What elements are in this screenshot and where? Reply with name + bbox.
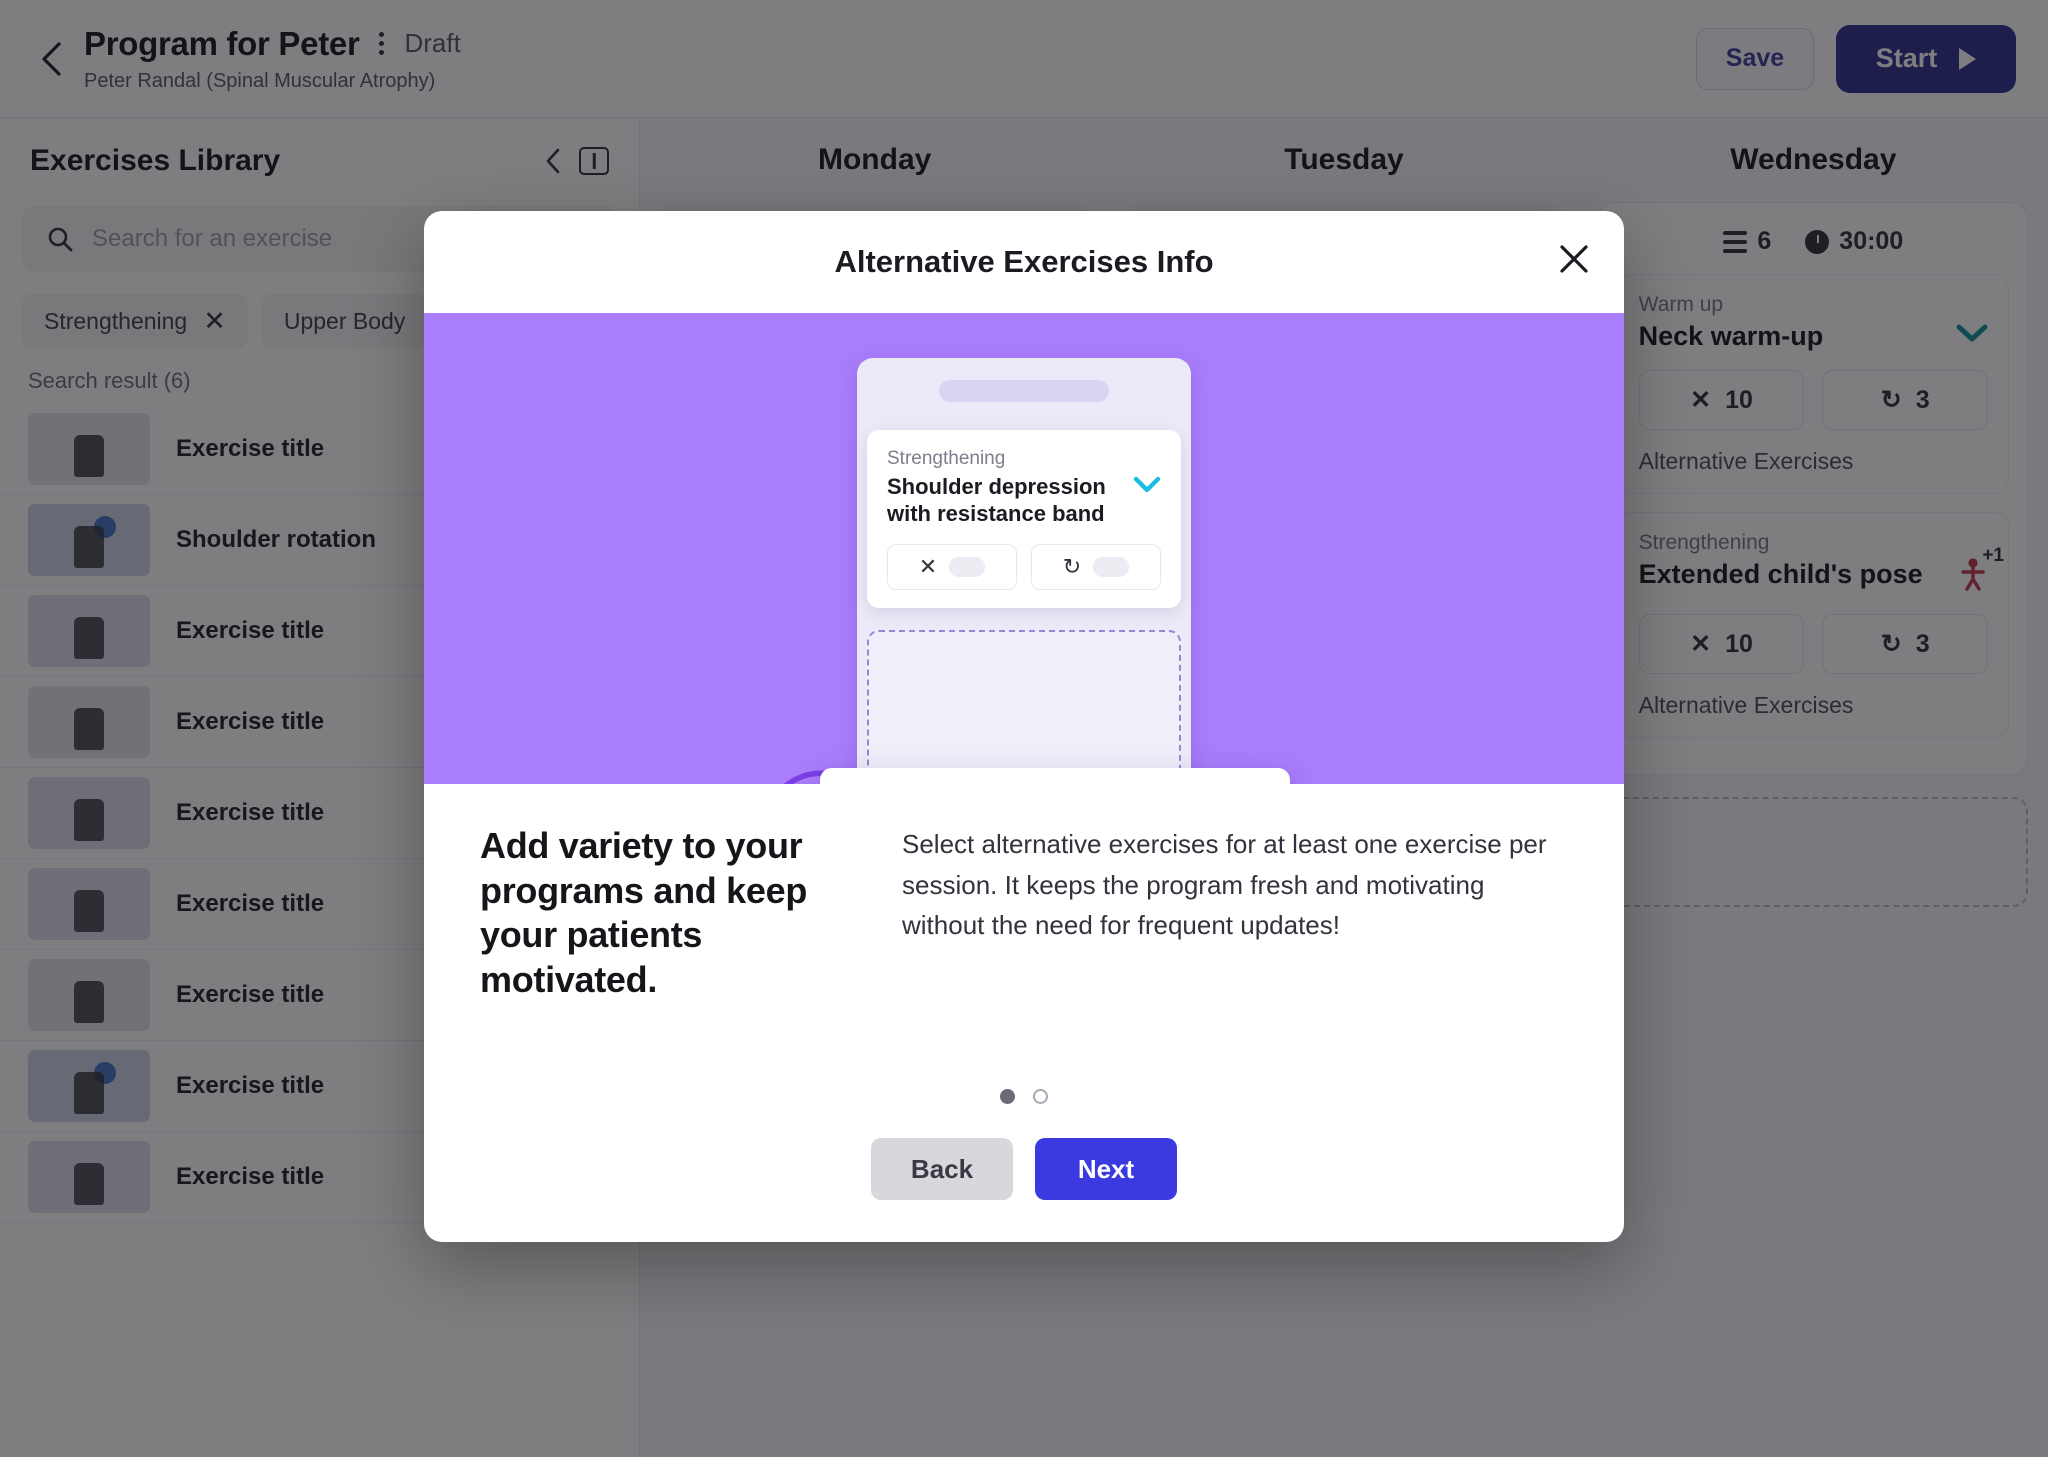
app-root: Program for Peter Draft Peter Randal (Sp…: [0, 0, 2048, 1457]
multiply-icon: ✕: [918, 553, 938, 579]
illustration-sets-button: ↻: [1031, 543, 1161, 590]
illustration-exercise-title: Shoulder depression with resistance band: [887, 474, 1106, 526]
illustration-category: Strengthening: [887, 448, 1006, 469]
close-button[interactable]: [1552, 237, 1596, 281]
illustration-drop-zone: [867, 630, 1181, 780]
chevron-down-icon: [1133, 476, 1161, 499]
carousel-dot[interactable]: [1033, 1089, 1048, 1104]
illustration-alternative-card: Strengthening Shoulder rotation with wei…: [820, 768, 1290, 784]
modal-description: Select alternative exercises for at leas…: [902, 829, 1547, 941]
alternative-exercises-info-modal: Alternative Exercises Info Strengthening…: [424, 211, 1624, 1242]
placeholder-bar: [949, 556, 986, 577]
placeholder-bar: [1093, 556, 1130, 577]
illustration-exercise-card: Strengthening Shoulder depression with r…: [867, 430, 1181, 608]
carousel-dot-active[interactable]: [1000, 1089, 1015, 1104]
carousel-dots: [424, 1089, 1624, 1104]
repeat-icon: ↻: [1062, 553, 1082, 579]
next-button[interactable]: Next: [1035, 1138, 1177, 1200]
illustration-phone-frame: Strengthening Shoulder depression with r…: [857, 358, 1191, 784]
modal-body: Add variety to your programs and keep yo…: [424, 784, 1624, 1089]
modal-header: Alternative Exercises Info: [424, 211, 1624, 313]
modal-footer: Back Next: [424, 1089, 1624, 1242]
modal-illustration: Strengthening Shoulder depression with r…: [424, 313, 1624, 784]
close-icon: [1560, 245, 1588, 273]
back-button[interactable]: Back: [871, 1138, 1013, 1200]
modal-title: Alternative Exercises Info: [834, 244, 1214, 279]
illustration-reps-button: ✕: [887, 543, 1017, 590]
phone-notch: [939, 380, 1109, 402]
modal-heading: Add variety to your programs and keep yo…: [480, 825, 808, 1000]
